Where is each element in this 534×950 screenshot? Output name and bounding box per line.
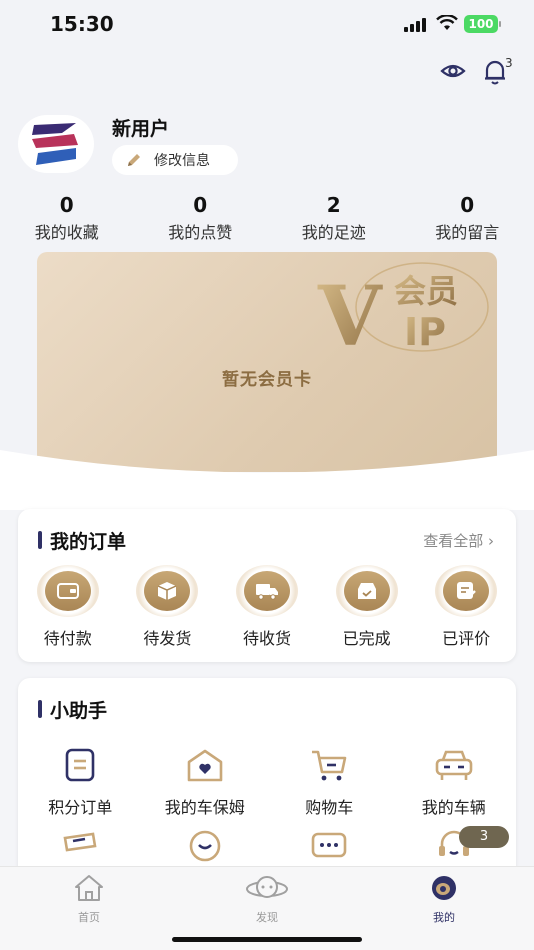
order-reviewed[interactable]: 已评价 (416, 565, 516, 649)
helper-panel: 小助手 积分订单 我的车保姆 购物车 我的车辆 (18, 678, 516, 878)
box-icon (158, 582, 177, 600)
tray-check-icon (357, 583, 376, 599)
order-status-row: 待付款 待发货 待收货 已完成 已评价 (18, 565, 516, 649)
helper-label: 我的车辆 (421, 798, 486, 817)
home-indicator (172, 937, 362, 942)
order-pending-payment[interactable]: 待付款 (18, 565, 118, 649)
wave-divider (0, 450, 534, 510)
order-label: 待付款 (43, 629, 92, 648)
stat-favorites[interactable]: 0 我的收藏 (0, 193, 134, 243)
helper-title: 小助手 (38, 696, 107, 723)
signal-icon (404, 18, 430, 32)
smile-icon (189, 830, 221, 862)
order-label: 已评价 (442, 629, 491, 648)
vip-text-top: 会员 (394, 272, 458, 310)
stat-value: 0 (59, 193, 74, 217)
stat-label: 我的足迹 (301, 223, 366, 242)
stat-history[interactable]: 2 我的足迹 (267, 193, 401, 243)
tab-label: 发现 (256, 911, 278, 924)
username: 新用户 (112, 118, 170, 140)
helper-car-nanny[interactable]: 我的车保姆 (143, 748, 268, 828)
view-all-orders-link[interactable]: 查看全部 › (423, 530, 494, 551)
profile-eye-icon (432, 876, 456, 900)
car-icon (435, 750, 473, 780)
order-pending-receipt[interactable]: 待收货 (217, 565, 317, 649)
status-bar: 15:30 100 (0, 0, 534, 50)
order-pending-shipment[interactable]: 待发货 (118, 565, 218, 649)
vip-letter: V (317, 269, 383, 365)
cart-icon (312, 750, 347, 781)
eye-icon[interactable] (440, 58, 466, 84)
helper-label: 购物车 (305, 798, 354, 817)
vip-text-bottom: IP (404, 310, 446, 354)
order-label: 待收货 (242, 629, 291, 648)
stats-row: 0 我的收藏 0 我的点赞 2 我的足迹 0 我的留言 (0, 193, 534, 243)
status-time: 15:30 (50, 12, 114, 36)
helper-my-vehicle[interactable]: 我的车辆 (392, 748, 517, 828)
stat-value: 2 (326, 193, 341, 217)
pencil-icon (128, 154, 140, 166)
stat-label: 我的收藏 (34, 223, 99, 242)
brand-logo-icon (32, 123, 78, 165)
order-label: 待发货 (143, 629, 192, 648)
chat-icon (311, 832, 347, 858)
tab-mine[interactable]: 我的 (404, 873, 484, 925)
home-icon (75, 875, 103, 901)
stat-label: 我的点赞 (168, 223, 233, 242)
orders-panel: 我的订单 查看全部 › 待付款 待发货 待收货 已完成 已评价 (18, 509, 516, 662)
car-nanny-icon (187, 749, 223, 782)
helper-points-order[interactable]: 积分订单 (18, 748, 143, 828)
orders-title: 我的订单 (38, 527, 126, 554)
notification-count: 3 (505, 56, 513, 70)
coupon-icon (63, 832, 97, 852)
tab-label: 首页 (78, 911, 100, 924)
edit-profile-label: 修改信息 (154, 153, 210, 169)
truck-icon (255, 584, 278, 600)
avatar[interactable] (18, 115, 94, 173)
tab-label: 我的 (433, 911, 455, 924)
wallet-icon (56, 583, 79, 599)
points-order-icon (65, 748, 95, 782)
battery-indicator: 100 (464, 15, 501, 33)
stat-value: 0 (460, 193, 475, 217)
helper-shopping-cart[interactable]: 购物车 (267, 748, 392, 828)
vip-empty-message: 暂无会员卡 (222, 370, 312, 390)
stat-value: 0 (193, 193, 208, 217)
order-completed[interactable]: 已完成 (317, 565, 417, 649)
tab-home[interactable]: 首页 (49, 873, 129, 925)
stat-messages[interactable]: 0 我的留言 (401, 193, 534, 243)
planet-icon (246, 876, 288, 898)
stat-likes[interactable]: 0 我的点赞 (134, 193, 268, 243)
edit-profile-button[interactable]: 修改信息 (112, 145, 238, 175)
helper-label: 积分订单 (48, 798, 113, 817)
vip-logo: V 会员 IP (317, 262, 489, 365)
order-label: 已完成 (342, 629, 391, 648)
review-icon (457, 582, 477, 599)
floating-badge[interactable]: 3 (459, 826, 509, 848)
wifi-icon (436, 15, 458, 30)
helper-label: 我的车保姆 (164, 798, 245, 817)
tab-discover[interactable]: 发现 (227, 873, 307, 925)
stat-label: 我的留言 (435, 223, 500, 242)
